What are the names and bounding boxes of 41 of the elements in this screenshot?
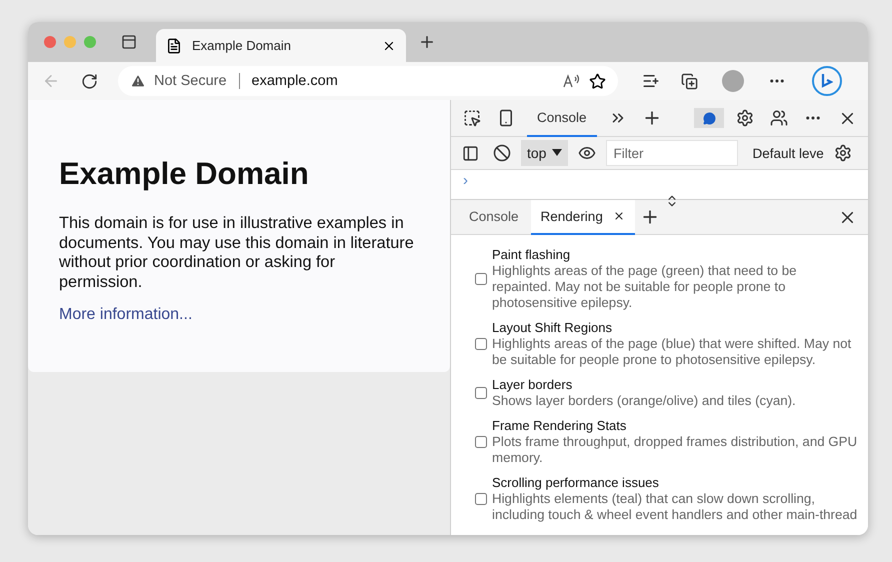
security-label: Not Secure — [154, 73, 227, 89]
bing-icon[interactable] — [812, 66, 842, 96]
option-checkbox[interactable] — [475, 338, 487, 350]
option-checkbox[interactable] — [475, 436, 487, 448]
option-title: Frame Rendering Stats — [492, 418, 628, 434]
option-description: Highlights elements (teal) that can slow down scrolling, including touch & wheel event handlers and other main-thread — [492, 491, 858, 523]
favorite-add-icon[interactable] — [589, 72, 606, 90]
drawer-tab[interactable]: Rendering — [530, 200, 635, 234]
page-heading: Example Domain — [59, 156, 310, 192]
option-title: Scrolling performance issues — [492, 475, 660, 491]
option-description: Plots frame throughput, dropped frames distribution, and GPU memory. — [492, 434, 858, 466]
option-checkbox[interactable] — [475, 387, 487, 399]
levels-dropdown[interactable]: Default leve — [752, 146, 824, 160]
address-bar[interactable]: Not Secure example.com — [118, 66, 618, 96]
warning-icon — [130, 73, 146, 89]
context-dropdown[interactable]: top — [521, 140, 568, 166]
close-dot[interactable] — [44, 36, 56, 48]
browser-tab[interactable]: Example Domain — [156, 29, 406, 62]
console-prompt: › — [463, 172, 468, 189]
page-paragraph: This domain is for use in illustrative examples in documents. You may use this domain in literature without prior coordination or asking for permission. — [59, 214, 415, 292]
more-information-link[interactable]: More information... — [59, 306, 192, 323]
option-description: Highlights areas of the page (green) that need to be repainted. May not be suitable for people prone to photosensitive epilepsy. — [492, 263, 798, 311]
document-icon — [166, 38, 182, 54]
option-title: Layout Shift Regions — [492, 320, 613, 336]
option-title: Layer borders — [492, 377, 574, 393]
caret-icon — [552, 149, 562, 157]
feedback-button[interactable] — [694, 108, 724, 128]
option-title: Paint flashing — [492, 247, 572, 263]
chat-icon — [702, 112, 716, 124]
option-description: Highlights areas of the page (blue) that were shifted. May not be suitable for people prone to photosensitive epilepsy. — [492, 336, 852, 368]
tab-title: Example Domain — [192, 38, 292, 53]
url-text: example.com — [252, 73, 339, 89]
minimize-dot[interactable] — [64, 36, 76, 48]
close-icon[interactable] — [612, 210, 625, 222]
zoom-dot[interactable] — [84, 36, 96, 48]
filter-field[interactable]: Filter — [606, 140, 738, 166]
read-aloud-icon[interactable] — [563, 73, 581, 89]
option-description: Shows layer borders (orange/olive) and tiles (cyan). — [492, 393, 796, 409]
option-checkbox[interactable] — [475, 273, 487, 285]
option-checkbox[interactable] — [475, 493, 487, 505]
drawer-tab[interactable]: Console — [459, 200, 529, 234]
